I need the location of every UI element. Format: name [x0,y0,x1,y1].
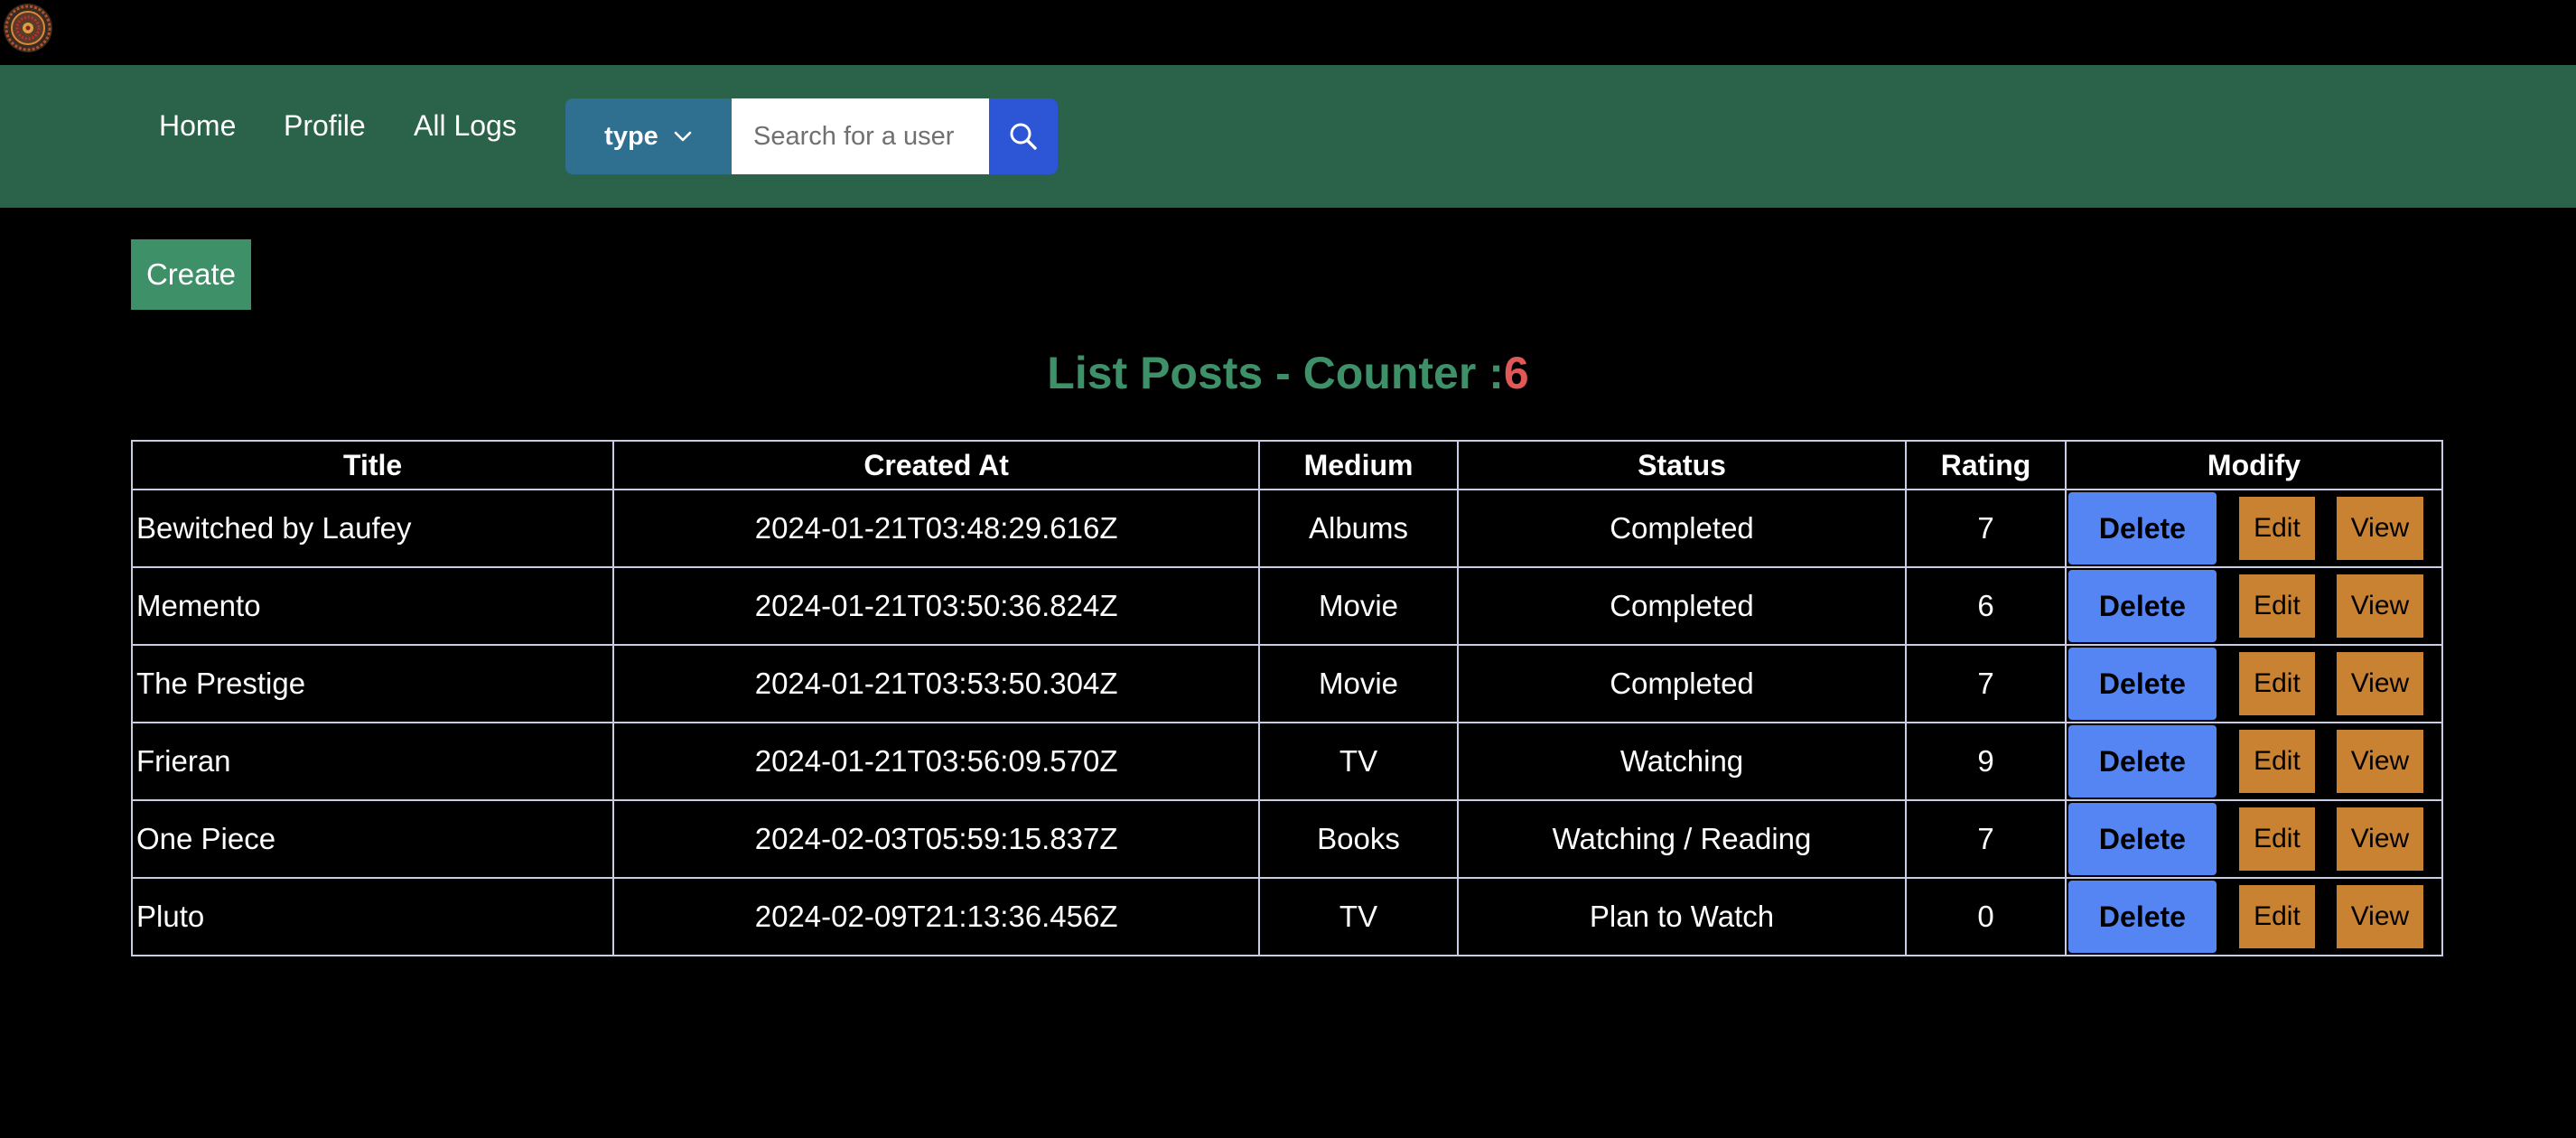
chevron-down-icon [674,131,692,142]
cell-created-at: 2024-02-09T21:13:36.456Z [612,877,1261,956]
cell-modify: Delete Edit View [2064,644,2444,723]
delete-button[interactable]: Delete [2067,881,2217,953]
cell-modify: Delete Edit View [2064,877,2444,956]
edit-button[interactable]: Edit [2238,497,2315,560]
row-actions: Delete Edit View [2067,725,2423,798]
cell-rating: 6 [1905,566,2067,646]
cell-modify: Delete Edit View [2064,722,2444,801]
nav-home-link[interactable]: Home [159,103,236,148]
edit-button[interactable]: Edit [2238,807,2315,871]
row-actions: Delete Edit View [2067,570,2423,642]
cell-created-at: 2024-01-21T03:53:50.304Z [612,644,1261,723]
edit-button[interactable]: Edit [2238,652,2315,715]
table-row: One Piece 2024-02-03T05:59:15.837Z Books… [130,799,2444,879]
row-actions: Delete Edit View [2067,803,2423,875]
cell-medium: Movie [1258,644,1459,723]
table-row: Pluto 2024-02-09T21:13:36.456Z TV Plan t… [130,877,2444,956]
header-created-at: Created At [612,440,1261,490]
cell-title: Memento [130,566,615,646]
cell-rating: 7 [1905,799,2067,879]
list-title-text: List Posts - Counter : [1047,348,1504,398]
row-actions: Delete Edit View [2067,648,2423,720]
cell-modify: Delete Edit View [2064,489,2444,568]
search-button[interactable] [989,98,1058,174]
cell-status: Watching [1456,722,1908,801]
type-dropdown-label: type [604,121,658,151]
cell-modify: Delete Edit View [2064,799,2444,879]
edit-button[interactable]: Edit [2238,885,2315,948]
delete-button[interactable]: Delete [2067,725,2217,798]
post-counter: 6 [1503,348,1529,398]
cell-title: Frieran [130,722,615,801]
cell-created-at: 2024-02-03T05:59:15.837Z [612,799,1261,879]
view-button[interactable]: View [2336,652,2423,715]
cell-created-at: 2024-01-21T03:48:29.616Z [612,489,1261,568]
cell-rating: 7 [1905,489,2067,568]
table-row: Memento 2024-01-21T03:50:36.824Z Movie C… [130,566,2444,646]
delete-button[interactable]: Delete [2067,803,2217,875]
nav-all-logs-link[interactable]: All Logs [414,103,517,148]
header-status: Status [1456,440,1908,490]
view-button[interactable]: View [2336,730,2423,793]
nav-profile-link[interactable]: Profile [284,103,366,148]
edit-button[interactable]: Edit [2238,574,2315,638]
delete-button[interactable]: Delete [2067,648,2217,720]
top-bar [0,0,2576,65]
posts-table: Title Created At Medium Status Rating Mo… [130,440,2444,956]
view-button[interactable]: View [2336,497,2423,560]
delete-button[interactable]: Delete [2067,570,2217,642]
cell-created-at: 2024-01-21T03:50:36.824Z [612,566,1261,646]
row-actions: Delete Edit View [2067,881,2423,953]
delete-button[interactable]: Delete [2067,492,2217,564]
table-row: The Prestige 2024-01-21T03:53:50.304Z Mo… [130,644,2444,723]
search-user-input[interactable] [732,98,989,174]
cell-medium: TV [1258,877,1459,956]
search-icon [1010,123,1037,150]
navbar: Home Profile All Logs type [0,65,2576,208]
cell-medium: Books [1258,799,1459,879]
table-header-row: Title Created At Medium Status Rating Mo… [130,440,2444,490]
row-actions: Delete Edit View [2067,492,2423,564]
cell-title: Pluto [130,877,615,956]
cell-rating: 7 [1905,644,2067,723]
table-row: Bewitched by Laufey 2024-01-21T03:48:29.… [130,489,2444,568]
cell-medium: Movie [1258,566,1459,646]
edit-button[interactable]: Edit [2238,730,2315,793]
cell-modify: Delete Edit View [2064,566,2444,646]
list-posts-heading: List Posts - Counter :6 [0,347,2576,399]
cell-status: Completed [1456,566,1908,646]
view-button[interactable]: View [2336,807,2423,871]
header-medium: Medium [1258,440,1459,490]
cell-title: Bewitched by Laufey [130,489,615,568]
cell-status: Plan to Watch [1456,877,1908,956]
mandala-logo-icon[interactable] [2,2,54,54]
cell-title: The Prestige [130,644,615,723]
search-group: type [565,98,1058,174]
header-title: Title [130,440,615,490]
header-rating: Rating [1905,440,2067,490]
cell-medium: Albums [1258,489,1459,568]
view-button[interactable]: View [2336,885,2423,948]
cell-status: Watching / Reading [1456,799,1908,879]
header-modify: Modify [2064,440,2444,490]
cell-medium: TV [1258,722,1459,801]
cell-rating: 9 [1905,722,2067,801]
type-dropdown-button[interactable]: type [565,98,732,174]
table-row: Frieran 2024-01-21T03:56:09.570Z TV Watc… [130,722,2444,801]
view-button[interactable]: View [2336,574,2423,638]
cell-created-at: 2024-01-21T03:56:09.570Z [612,722,1261,801]
cell-status: Completed [1456,644,1908,723]
cell-title: One Piece [130,799,615,879]
cell-rating: 0 [1905,877,2067,956]
create-button[interactable]: Create [131,239,251,310]
cell-status: Completed [1456,489,1908,568]
